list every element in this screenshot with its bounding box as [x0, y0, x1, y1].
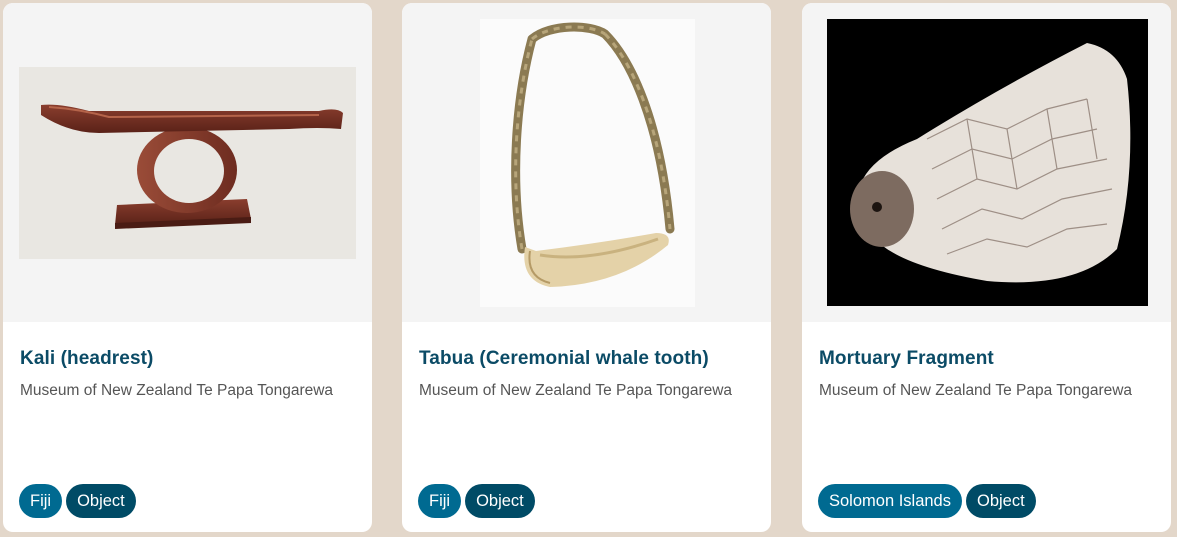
tag-place[interactable]: Fiji [19, 484, 63, 518]
card-image-area[interactable] [3, 3, 372, 322]
card-title[interactable]: Kali (headrest) [20, 348, 153, 370]
card-source: Museum of New Zealand Te Papa Tongarewa [20, 382, 334, 399]
card-source: Museum of New Zealand Te Papa Tongarewa [819, 382, 1133, 399]
result-card-tabua[interactable]: Tabua (Ceremonial whale tooth) Museum of… [402, 3, 771, 532]
tag-place[interactable]: Solomon Islands [818, 484, 962, 518]
tag-type[interactable]: Object [966, 484, 1036, 518]
result-card-kali[interactable]: Kali (headrest) Museum of New Zealand Te… [3, 3, 372, 532]
card-title[interactable]: Tabua (Ceremonial whale tooth) [419, 348, 709, 370]
tag-place[interactable]: Fiji [418, 484, 462, 518]
card-source: Museum of New Zealand Te Papa Tongarewa [419, 382, 733, 399]
mortuary-fragment-image[interactable] [827, 19, 1148, 306]
tag-type[interactable]: Object [465, 484, 535, 518]
result-card-mortuary[interactable]: Mortuary Fragment Museum of New Zealand … [802, 3, 1171, 532]
card-tags: Fiji Object [19, 484, 136, 518]
card-tags: Solomon Islands Object [818, 484, 1036, 518]
whale-tooth-image[interactable] [480, 19, 695, 307]
card-title[interactable]: Mortuary Fragment [819, 348, 994, 370]
card-tags: Fiji Object [418, 484, 535, 518]
card-image-area[interactable] [402, 3, 771, 322]
headrest-image[interactable] [19, 67, 356, 259]
tag-type[interactable]: Object [66, 484, 136, 518]
results-grid: Kali (headrest) Museum of New Zealand Te… [0, 0, 1177, 537]
card-image-area[interactable] [802, 3, 1171, 322]
